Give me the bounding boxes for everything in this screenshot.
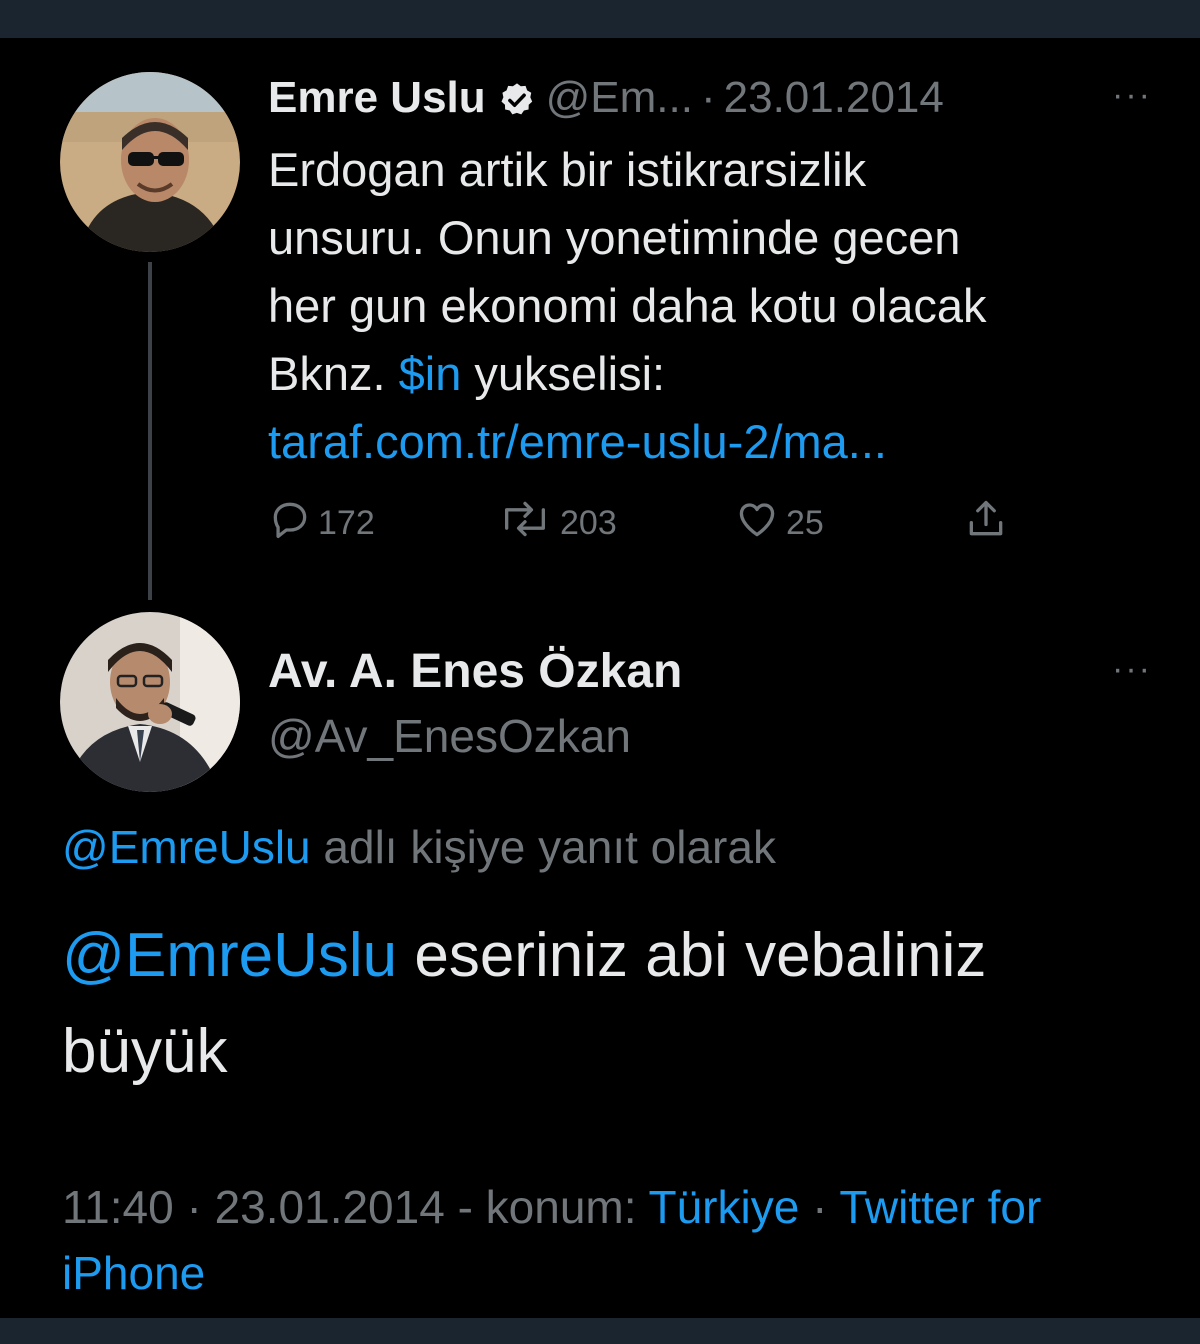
like-button[interactable]: 25 [734, 498, 824, 548]
tweet2-author-handle[interactable]: @Av_EnesOzkan [268, 708, 631, 764]
tweet2-meta: 11:40 · 23.01.2014 - konum: Türkiye · Tw… [62, 1174, 1172, 1306]
tweet1-body: Erdogan artik bir istikrarsizlik unsuru.… [268, 136, 1168, 476]
replying-to-line: @EmreUslu adlı kişiye yanıt olarak [62, 818, 776, 876]
reply-icon [268, 497, 318, 550]
tweet1-line-suffix: yukselisi: [461, 347, 666, 400]
tweet2-author-name[interactable]: Av. A. Enes Özkan [268, 644, 682, 700]
avatar-emre-uslu[interactable] [60, 72, 240, 252]
tweet2-timestamp[interactable]: 11:40 · 23.01.2014 - konum: [62, 1181, 648, 1233]
tweet2-text: eseriniz abi vebaliniz [397, 921, 987, 990]
like-icon [734, 497, 786, 550]
cashtag-link[interactable]: $in [399, 347, 462, 400]
tweet1-line: Erdogan artik bir istikrarsizlik [268, 143, 867, 196]
reply-button[interactable]: 172 [268, 498, 375, 548]
top-frame-bar [0, 0, 1200, 38]
location-link[interactable]: Türkiye [648, 1181, 799, 1233]
more-icon[interactable]: ··· [1112, 76, 1152, 115]
tweet1-action-bar: 172 203 25 [268, 498, 1048, 548]
avatar-enes-ozkan[interactable] [60, 612, 240, 792]
tweet1-author-handle[interactable]: @Em... [546, 72, 693, 124]
body-mention-link[interactable]: @EmreUslu [62, 921, 397, 990]
tweet1-separator: · [700, 73, 716, 122]
retweet-button[interactable]: 203 [496, 498, 617, 548]
like-count: 25 [786, 503, 824, 542]
thread-connector-line [148, 262, 152, 600]
tweet1-line: her gun ekonomi daha kotu olacak [268, 279, 987, 332]
share-button[interactable] [964, 498, 1014, 548]
verified-badge-icon [498, 79, 536, 117]
bottom-frame-bar [0, 1318, 1200, 1344]
tweet1-url-link[interactable]: taraf.com.tr/emre-uslu-2/ma... [268, 408, 1168, 476]
tweet2-line: büyük [62, 1017, 228, 1086]
tweet1-line-prefix: Bknz. [268, 347, 399, 400]
meta-separator: · [799, 1181, 840, 1233]
more-icon[interactable]: ··· [1112, 650, 1152, 689]
retweet-count: 203 [560, 503, 617, 542]
tweet2-body: @EmreUslu eseriniz abi vebaliniz büyük [62, 908, 1142, 1100]
tweet1-header: Emre Uslu @Em... · 23.01.2014 [268, 72, 944, 124]
tweet1-author-name[interactable]: Emre Uslu [268, 72, 486, 124]
share-icon [964, 497, 1014, 550]
tweet1-line: unsuru. Onun yonetiminde gecen [268, 211, 961, 264]
tweet1-date[interactable]: 23.01.2014 [724, 72, 944, 124]
reply-to-text: adlı kişiye yanıt olarak [310, 821, 776, 873]
reply-count: 172 [318, 503, 375, 542]
tweet2-line: @EmreUslu eseriniz abi vebaliniz [62, 908, 1142, 1004]
tweet1-line: Bknz. $in yukselisi: [268, 340, 1168, 408]
reply-mention-link[interactable]: @EmreUslu [62, 821, 311, 873]
retweet-icon [496, 497, 560, 550]
